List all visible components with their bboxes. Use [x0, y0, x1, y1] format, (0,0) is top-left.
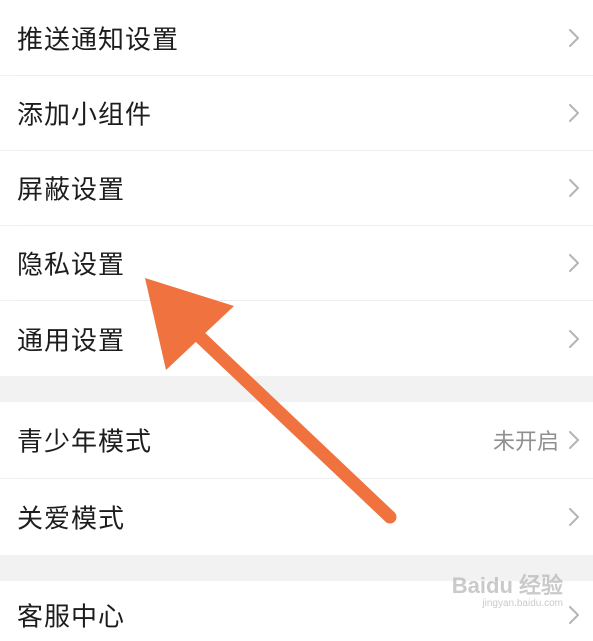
settings-screen: 推送通知设置 添加小组件 屏蔽设置 隐私设置 通用设置 青少年模式 未开启 关爱… — [0, 0, 593, 641]
chevron-right-icon — [569, 329, 579, 348]
chevron-right-icon — [569, 104, 579, 122]
teen-mode-status: 未开启 — [492, 430, 559, 455]
settings-item-label: 通用设置 — [17, 326, 126, 356]
chevron-right-icon — [569, 179, 579, 197]
settings-item-add-widget[interactable]: 添加小组件 — [0, 76, 593, 150]
settings-item-label: 推送通知设置 — [17, 25, 180, 55]
settings-item-push-notifications[interactable]: 推送通知设置 — [0, 0, 593, 75]
chevron-right-icon — [569, 28, 579, 47]
chevron-right-icon — [569, 431, 579, 449]
settings-item-block[interactable]: 屏蔽设置 — [0, 151, 593, 225]
settings-item-label: 关爱模式 — [17, 504, 126, 535]
settings-item-privacy[interactable]: 隐私设置 — [0, 226, 593, 300]
settings-item-teen-mode[interactable]: 青少年模式 未开启 — [0, 402, 593, 478]
settings-item-customer-service[interactable]: 客服中心 — [0, 581, 593, 641]
settings-item-care-mode[interactable]: 关爱模式 — [0, 479, 593, 555]
chevron-right-icon — [569, 508, 579, 526]
settings-item-label: 青少年模式 — [17, 427, 153, 458]
settings-item-label: 屏蔽设置 — [17, 175, 126, 206]
settings-item-general[interactable]: 通用设置 — [0, 301, 593, 376]
chevron-right-icon — [569, 606, 579, 624]
settings-item-label: 隐私设置 — [17, 250, 126, 281]
settings-item-label: 客服中心 — [17, 602, 126, 633]
settings-item-label: 添加小组件 — [17, 100, 153, 131]
chevron-right-icon — [569, 254, 579, 272]
